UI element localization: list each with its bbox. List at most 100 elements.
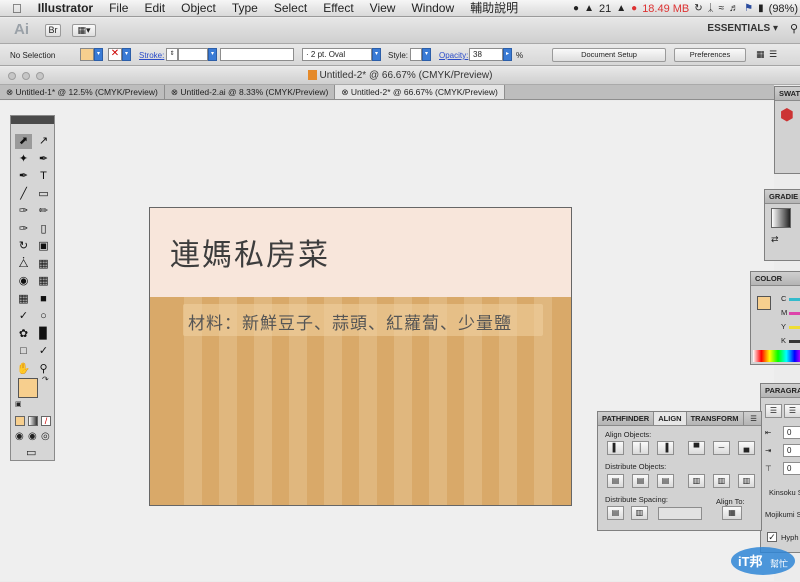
hand-tool-icon[interactable]: ✋ — [15, 362, 32, 377]
shape-builder-tool-icon[interactable]: ◉ — [15, 274, 32, 289]
opacity-label[interactable]: Opacity: — [439, 51, 468, 60]
type-tool-icon[interactable]: T — [35, 169, 52, 184]
paintbrush-tool-icon[interactable]: ✑ — [15, 204, 32, 219]
menu-window[interactable]: Window — [403, 0, 462, 17]
document-setup-button[interactable]: Document Setup — [552, 48, 666, 62]
close-window-icon[interactable] — [8, 72, 16, 80]
vertical-distribute-center-icon[interactable]: ▤ — [632, 474, 649, 488]
align-panel-menu-icon[interactable]: ☰ — [750, 412, 761, 425]
direct-selection-tool-icon[interactable]: ↗ — [35, 134, 52, 149]
document-arrange-icon[interactable]: ▦ — [756, 49, 765, 60]
perspective-grid-tool-icon[interactable]: ▦ — [35, 274, 52, 289]
adobe-icon[interactable]: ▲ — [584, 3, 594, 14]
artwork-title[interactable]: 連媽私房菜 — [170, 230, 330, 274]
cyan-slider[interactable] — [789, 298, 800, 301]
distribute-vertical-space-icon[interactable]: ▤ — [607, 506, 624, 520]
gradient-tab[interactable]: GRADIE — [765, 190, 800, 204]
stroke-weight-stepper[interactable]: ⇕ — [166, 48, 178, 61]
black-slider[interactable] — [789, 340, 800, 343]
color-tab[interactable]: COLOR — [751, 272, 800, 286]
wifi-icon[interactable]: ≈ — [719, 3, 725, 14]
stroke-swatch[interactable]: ✕ — [108, 48, 122, 61]
paragraph-tab[interactable]: PARAGRA — [761, 384, 800, 398]
align-to-selection-icon[interactable]: ▦ — [722, 506, 742, 520]
control-panel-menu-icon[interactable]: ☰ — [769, 49, 777, 60]
align-center-icon[interactable]: ☰ — [784, 404, 800, 418]
preferences-button[interactable]: Preferences — [674, 48, 746, 62]
tab-close-icon[interactable]: ⊗ — [341, 87, 348, 97]
vertical-distribute-top-icon[interactable]: ▤ — [607, 474, 624, 488]
gradient-preview[interactable] — [771, 208, 791, 228]
fill-dropdown-icon[interactable]: ▾ — [94, 48, 103, 61]
left-indent-input[interactable]: 0 — [783, 426, 800, 439]
hyphenate-checkbox[interactable]: ✓ — [767, 532, 777, 542]
mesh-tool-icon[interactable]: ▦ — [15, 292, 32, 307]
vertical-distribute-bottom-icon[interactable]: ▤ — [657, 474, 674, 488]
opacity-input[interactable]: 38 — [469, 48, 503, 61]
color-spectrum[interactable] — [753, 350, 800, 362]
distribute-horizontal-space-icon[interactable]: ▥ — [631, 506, 648, 520]
memory-icon[interactable]: ● — [631, 3, 637, 14]
screen-mode-icon[interactable]: ▭ — [26, 446, 36, 459]
vertical-align-bottom-icon[interactable]: ▄ — [738, 441, 755, 455]
eraser-tool-icon[interactable]: ▯ — [35, 222, 52, 237]
tab-untitled-1[interactable]: ⊗ Untitled-1* @ 12.5% (CMYK/Preview) — [0, 85, 165, 99]
menu-help[interactable]: 輔助說明 — [462, 0, 526, 17]
tools-panel-header[interactable] — [11, 116, 54, 124]
tab-untitled-2-active[interactable]: ⊗ Untitled-2* @ 66.67% (CMYK/Preview) — [335, 85, 505, 99]
magic-wand-tool-icon[interactable]: ✦ — [15, 152, 32, 167]
spacing-input[interactable] — [658, 507, 702, 520]
record-icon[interactable]: ● — [573, 3, 579, 14]
artboard-tool-icon[interactable]: □ — [15, 344, 32, 359]
bridge-button[interactable]: Br — [45, 24, 61, 37]
rotate-tool-icon[interactable]: ↻ — [15, 239, 32, 254]
workspace-switcher[interactable]: ESSENTIALS ▾ — [707, 23, 778, 34]
style-dropdown-icon[interactable]: ▾ — [422, 48, 431, 61]
menu-select[interactable]: Select — [266, 0, 315, 17]
stroke-dropdown-icon[interactable]: ▾ — [122, 48, 131, 61]
gradient-mode-icon[interactable] — [28, 416, 38, 426]
variable-width-select[interactable] — [220, 48, 294, 61]
vertical-align-top-icon[interactable]: ▀ — [688, 441, 705, 455]
draw-normal-icon[interactable]: ◉ — [15, 431, 24, 442]
fill-color-box[interactable] — [18, 378, 38, 398]
zoom-window-icon[interactable] — [36, 72, 44, 80]
blend-tool-icon[interactable]: ○ — [35, 309, 52, 324]
stroke-weight-dropdown-icon[interactable]: ▾ — [208, 48, 217, 61]
minimize-window-icon[interactable] — [22, 72, 30, 80]
color-mode-icon[interactable] — [15, 416, 25, 426]
rectangle-tool-icon[interactable]: ▭ — [35, 187, 52, 202]
horizontal-align-right-icon[interactable]: ▐ — [657, 441, 674, 455]
artboard[interactable]: 連媽私房菜 材料：新鮮豆子、蒜頭、紅蘿蔔、少量鹽 — [149, 207, 572, 506]
opacity-dropdown-icon[interactable]: ▸ — [503, 48, 512, 61]
tab-close-icon[interactable]: ⊗ — [6, 87, 13, 97]
stroke-weight-input[interactable] — [178, 48, 208, 61]
brush-select[interactable]: · 2 pt. Oval — [302, 48, 372, 61]
tab-close-icon[interactable]: ⊗ — [171, 87, 178, 97]
space-before-input[interactable]: 0 — [783, 462, 800, 475]
lasso-tool-icon[interactable]: ✒ — [35, 152, 52, 167]
tab-pathfinder[interactable]: PATHFINDER — [598, 412, 655, 425]
pencil-tool-icon[interactable]: ✏ — [35, 204, 52, 219]
style-swatch[interactable] — [410, 48, 422, 61]
volume-icon[interactable]: ♬ — [729, 3, 739, 14]
magenta-slider[interactable] — [789, 312, 800, 315]
artwork-subtitle[interactable]: 材料：新鮮豆子、蒜頭、紅蘿蔔、少量鹽 — [188, 309, 512, 334]
eyedropper-tool-icon[interactable]: ✓ — [15, 309, 32, 324]
arrange-documents-icon[interactable]: ▦▾ — [72, 24, 96, 37]
swatches-tab[interactable]: SWAT — [775, 87, 800, 101]
tab-align[interactable]: ALIGN — [654, 412, 687, 425]
menu-edit[interactable]: Edit — [136, 0, 173, 17]
menu-object[interactable]: Object — [173, 0, 224, 17]
menu-app[interactable]: Illustrator — [30, 0, 101, 17]
gradient-reverse-icon[interactable]: ⇄ — [771, 234, 779, 245]
brush-dropdown-icon[interactable]: ▾ — [372, 48, 381, 61]
menu-view[interactable]: View — [362, 0, 404, 17]
battery-icon[interactable]: ▮ — [758, 3, 764, 14]
vertical-align-center-icon[interactable]: ─ — [713, 441, 730, 455]
menu-type[interactable]: Type — [224, 0, 266, 17]
creative-cloud-icon[interactable]: ▲ — [616, 3, 626, 14]
color-fill-box[interactable] — [757, 296, 771, 310]
scale-tool-icon[interactable]: ▣ — [35, 239, 52, 254]
tab-untitled-2-ai[interactable]: ⊗ Untitled-2.ai @ 8.33% (CMYK/Preview) — [165, 85, 336, 99]
